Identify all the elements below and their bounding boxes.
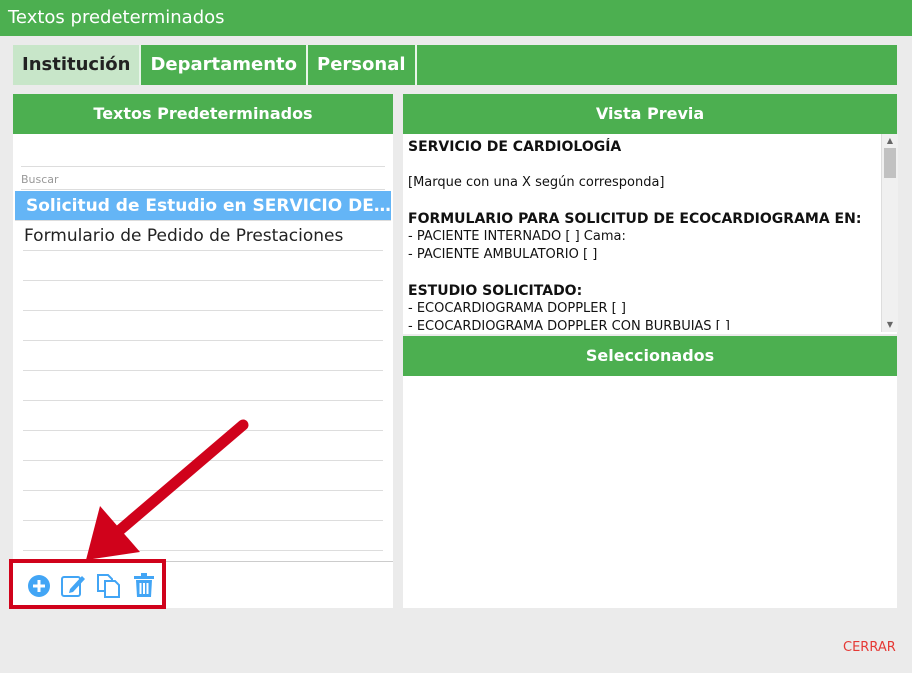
texts-list: Solicitud de Estudio en SERVICIO DE CARD… xyxy=(13,191,393,551)
empty-row xyxy=(23,491,383,521)
window-title: Textos predeterminados xyxy=(0,0,912,36)
selected-panel: Seleccionados xyxy=(403,336,897,608)
preview-line: - PACIENTE AMBULATORIO [ ] xyxy=(408,247,598,262)
tab-personal[interactable]: Personal xyxy=(308,45,417,85)
empty-row xyxy=(23,431,383,461)
preview-line: FORMULARIO PARA SOLICITUD DE ECOCARDIOGR… xyxy=(408,211,862,227)
tab-bar: Institución Departamento Personal xyxy=(13,45,897,85)
empty-row xyxy=(23,461,383,491)
empty-row xyxy=(23,341,383,371)
preview-line: - ECOCARDIOGRAMA DOPPLER CON BURBUJAS [ … xyxy=(408,319,730,330)
tab-departamento[interactable]: Departamento xyxy=(141,45,309,85)
selected-header: Seleccionados xyxy=(403,336,897,376)
empty-row xyxy=(23,251,383,281)
preview-line: SERVICIO DE CARDIOLOGÍA xyxy=(408,139,622,155)
scroll-down-icon[interactable]: ▼ xyxy=(882,318,898,332)
scroll-thumb[interactable] xyxy=(884,148,896,178)
tab-institucion[interactable]: Institución xyxy=(13,45,142,85)
list-item-formulario[interactable]: Formulario de Pedido de Prestaciones xyxy=(23,221,383,251)
search-input[interactable] xyxy=(21,167,385,189)
predefined-texts-panel: Textos Predeterminados Solicitud de Estu… xyxy=(13,94,393,608)
empty-row xyxy=(23,281,383,311)
empty-row xyxy=(23,521,383,551)
predefined-texts-header: Textos Predeterminados xyxy=(13,94,393,134)
preview-line: ESTUDIO SOLICITADO: xyxy=(408,283,583,299)
preview-line: [Marque con una X según corresponda] xyxy=(408,175,665,190)
preview-line: - ECOCARDIOGRAMA DOPPLER [ ] xyxy=(408,301,626,316)
empty-row xyxy=(23,371,383,401)
preview-blank-line xyxy=(408,192,876,210)
preview-panel: Vista Previa SERVICIO DE CARDIOLOGÍA [Ma… xyxy=(403,94,898,334)
search-box xyxy=(21,166,385,190)
close-button[interactable]: CERRAR xyxy=(843,640,896,655)
empty-row xyxy=(23,311,383,341)
scroll-up-icon[interactable]: ▲ xyxy=(882,134,898,148)
preview-line: - PACIENTE INTERNADO [ ] Cama: xyxy=(408,229,626,244)
toolbar-highlight-box xyxy=(9,559,166,609)
preview-blank-line xyxy=(408,156,876,174)
preview-content: SERVICIO DE CARDIOLOGÍA [Marque con una … xyxy=(408,138,876,330)
preview-scrollbar[interactable]: ▲ ▼ xyxy=(881,134,898,332)
empty-row xyxy=(23,401,383,431)
preview-header: Vista Previa xyxy=(403,94,897,134)
list-item-solicitud[interactable]: Solicitud de Estudio en SERVICIO DE CARD… xyxy=(15,191,391,221)
preview-blank-line xyxy=(408,264,876,282)
